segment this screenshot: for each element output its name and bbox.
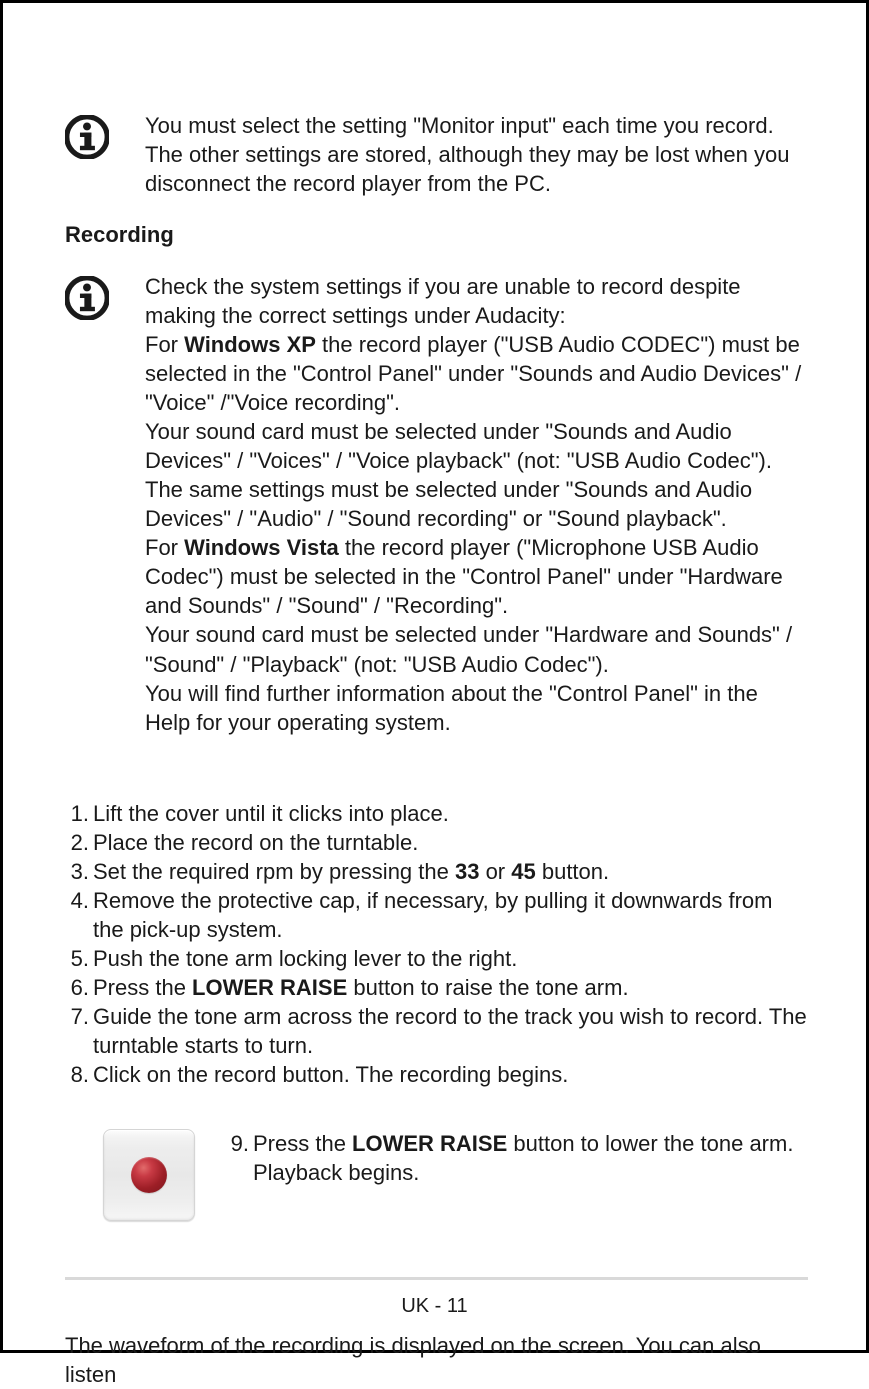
step-text: Lift the cover until it clicks into plac… bbox=[93, 799, 808, 828]
step-5: 5. Push the tone arm locking lever to th… bbox=[65, 944, 808, 973]
step-7: 7. Guide the tone arm across the record … bbox=[65, 1002, 808, 1060]
text: button to raise the tone arm. bbox=[347, 975, 628, 1000]
footer-rule bbox=[65, 1277, 808, 1280]
text: Press the bbox=[93, 975, 192, 1000]
text: or bbox=[479, 859, 511, 884]
step-text: Press the LOWER RAISE button to lower th… bbox=[253, 1129, 808, 1187]
section-heading: Recording bbox=[65, 222, 808, 248]
step-text: Click on the record button. The recordin… bbox=[93, 1060, 808, 1089]
step-2: 2. Place the record on the turntable. bbox=[65, 828, 808, 857]
step-3: 3. Set the required rpm by pressing the … bbox=[65, 857, 808, 886]
step-number: 7. bbox=[65, 1002, 89, 1031]
bold-text: 45 bbox=[511, 859, 535, 884]
step-1: 1. Lift the cover until it clicks into p… bbox=[65, 799, 808, 828]
step-number: 9. bbox=[225, 1129, 249, 1187]
info-icon bbox=[65, 276, 109, 320]
bold-text: LOWER RAISE bbox=[192, 975, 347, 1000]
step-text: Press the LOWER RAISE button to raise th… bbox=[93, 973, 808, 1002]
note2-xp2: Your sound card must be selected under "… bbox=[145, 417, 808, 475]
note2-vista2: Your sound card must be selected under "… bbox=[145, 620, 808, 678]
step-number: 4. bbox=[65, 886, 89, 915]
step-number: 6. bbox=[65, 973, 89, 1002]
bold-text: Windows Vista bbox=[184, 535, 339, 560]
note2-xp: For Windows XP the record player ("USB A… bbox=[145, 330, 808, 417]
page-number: UK - 11 bbox=[401, 1295, 467, 1317]
note2-xp3: The same settings must be selected under… bbox=[145, 475, 808, 533]
record-button-image bbox=[103, 1129, 195, 1221]
document-page: You must select the setting "Monitor inp… bbox=[0, 0, 869, 1353]
step-text: Remove the protective cap, if necessary,… bbox=[93, 886, 808, 944]
info-note-1: You must select the setting "Monitor inp… bbox=[65, 111, 808, 198]
waveform-note: The waveform of the recording is display… bbox=[65, 1331, 808, 1389]
step-text: Push the tone arm locking lever to the r… bbox=[93, 944, 808, 973]
info-icon bbox=[65, 115, 109, 159]
text: Press the bbox=[253, 1131, 352, 1156]
step-number: 3. bbox=[65, 857, 89, 886]
step-text: Set the required rpm by pressing the 33 … bbox=[93, 857, 808, 886]
bold-text: Windows XP bbox=[184, 332, 316, 357]
step-number: 5. bbox=[65, 944, 89, 973]
step-number: 1. bbox=[65, 799, 89, 828]
step-number: 8. bbox=[65, 1060, 89, 1089]
step-4: 4. Remove the protective cap, if necessa… bbox=[65, 886, 808, 944]
text: For bbox=[145, 535, 184, 560]
step-list: 1. Lift the cover until it clicks into p… bbox=[65, 799, 808, 1089]
note2-help: You will find further information about … bbox=[145, 679, 808, 737]
step-number: 2. bbox=[65, 828, 89, 857]
step-8: 8. Click on the record button. The recor… bbox=[65, 1060, 808, 1089]
info-note-2: Check the system settings if you are una… bbox=[65, 272, 808, 737]
step-text: Guide the tone arm across the record to … bbox=[93, 1002, 808, 1060]
record-dot-icon bbox=[131, 1157, 167, 1193]
page-footer: UK - 11 bbox=[3, 1295, 866, 1318]
page-content: You must select the setting "Monitor inp… bbox=[65, 111, 808, 1389]
info-note-1-text: You must select the setting "Monitor inp… bbox=[145, 111, 808, 198]
bold-text: 33 bbox=[455, 859, 479, 884]
step-text: Place the record on the turntable. bbox=[93, 828, 808, 857]
note2-intro: Check the system settings if you are una… bbox=[145, 272, 808, 330]
record-button-row: 9. Press the LOWER RAISE button to lower… bbox=[65, 1129, 808, 1221]
text: button. bbox=[536, 859, 609, 884]
bold-text: LOWER RAISE bbox=[352, 1131, 507, 1156]
text: Set the required rpm by pressing the bbox=[93, 859, 455, 884]
info-note-2-text: Check the system settings if you are una… bbox=[145, 272, 808, 737]
text: For bbox=[145, 332, 184, 357]
step-6: 6. Press the LOWER RAISE button to raise… bbox=[65, 973, 808, 1002]
note2-vista: For Windows Vista the record player ("Mi… bbox=[145, 533, 808, 620]
step-9: 9. Press the LOWER RAISE button to lower… bbox=[225, 1129, 808, 1187]
